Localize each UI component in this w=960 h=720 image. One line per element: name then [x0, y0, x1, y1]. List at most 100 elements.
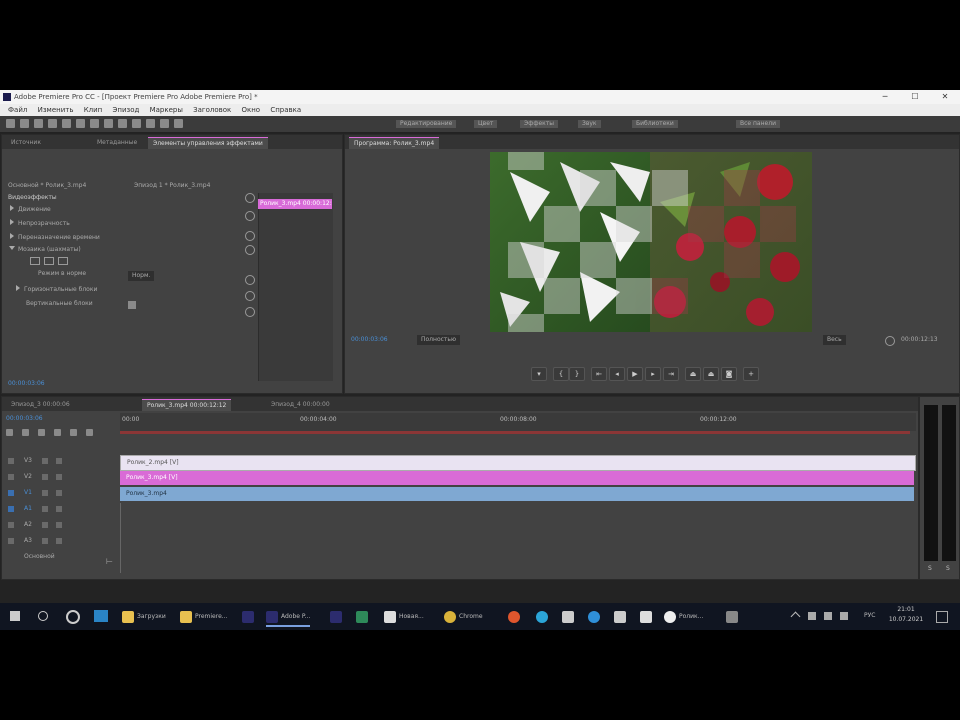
clip-v1[interactable]: Ролик_3.mp4 [V] [120, 471, 914, 485]
expand-arrow-icon[interactable] [10, 233, 14, 239]
slide-tool-icon[interactable] [118, 119, 127, 128]
sync-lock-icon[interactable] [56, 490, 62, 496]
razor-tool-icon[interactable] [90, 119, 99, 128]
close-button[interactable]: ✕ [930, 90, 960, 104]
lock-icon[interactable] [8, 458, 14, 464]
mask-rect-icon[interactable] [44, 257, 54, 265]
mask-ellipse-icon[interactable] [30, 257, 40, 265]
workspace-audio-tab[interactable]: Звук [578, 120, 601, 128]
taskbar-item-adobe-premiere[interactable]: Adobe P... [266, 609, 311, 627]
rolling-edit-icon[interactable] [62, 119, 71, 128]
lock-icon[interactable] [8, 474, 14, 480]
taskbar-item-app[interactable] [356, 609, 371, 625]
add-marker-icon[interactable]: ▾ [531, 367, 547, 381]
taskbar-item-premiere-folder[interactable]: Premiere... [180, 609, 228, 625]
zoom-handle-icon[interactable]: ⊢ [106, 557, 113, 566]
mute-icon[interactable] [42, 522, 48, 528]
mini-timeline-clip[interactable]: Ролик_3.mp4 00:00:12:12 [258, 199, 332, 209]
menu-markers[interactable]: Маркеры [150, 106, 183, 114]
expand-arrow-icon[interactable] [10, 205, 14, 211]
solo-left-button[interactable]: S [928, 565, 932, 572]
menu-clip[interactable]: Клип [84, 106, 103, 114]
stopwatch-icon[interactable] [245, 211, 255, 221]
menu-window[interactable]: Окно [241, 106, 260, 114]
linked-selection-icon[interactable] [38, 429, 45, 436]
nest-icon[interactable] [6, 429, 13, 436]
sync-lock-icon[interactable] [56, 458, 62, 464]
taskbar-item-downloads[interactable]: Загрузки [122, 609, 166, 625]
taskbar-item-app2[interactable] [562, 609, 577, 625]
taskbar-item-app3[interactable] [614, 609, 629, 625]
search-icon[interactable] [38, 611, 48, 621]
lift-icon[interactable]: ⏏ [685, 367, 701, 381]
windows-start-icon[interactable] [10, 611, 20, 621]
track-select-icon[interactable] [34, 119, 43, 128]
source-patch-icon[interactable] [8, 506, 14, 512]
timeline-ruler[interactable]: 00:00 00:00:04:00 00:00:08:00 00:00:12:0… [120, 413, 916, 431]
tab-sequence-roll3[interactable]: Ролик_3.mp4 00:00:12:12 [142, 399, 232, 411]
expand-arrow-icon[interactable] [9, 246, 15, 250]
work-area-bar[interactable] [120, 431, 910, 434]
tab-sequence-4[interactable]: Эпизод_4 00:00:00 [266, 399, 335, 410]
tab-metadata[interactable]: Метаданные [92, 137, 142, 148]
home-icon[interactable] [6, 119, 15, 128]
extract-icon[interactable]: ⏏ [703, 367, 719, 381]
param-vertical-blocks[interactable]: Вертикальные блоки [26, 299, 93, 309]
step-back-icon[interactable]: ◂ [609, 367, 625, 381]
settings-wrench-icon[interactable] [885, 336, 895, 346]
taskbar-item-app4[interactable] [640, 609, 655, 625]
clip-v2[interactable]: Ролик_2.mp4 [V] [120, 455, 916, 471]
slip-tool-icon[interactable] [104, 119, 113, 128]
tab-effect-controls[interactable]: Элементы управления эффектами [148, 137, 268, 149]
keyframe-checkbox-icon[interactable] [128, 301, 136, 309]
go-to-out-icon[interactable]: ⇥ [663, 367, 679, 381]
eye-icon[interactable] [42, 458, 48, 464]
add-marker-icon[interactable] [54, 429, 61, 436]
menu-title[interactable]: Заголовок [193, 106, 231, 114]
expand-arrow-icon[interactable] [10, 219, 14, 225]
stopwatch-icon[interactable] [245, 275, 255, 285]
minimize-button[interactable]: ─ [870, 90, 900, 104]
taskbar-item-edge[interactable] [588, 609, 603, 625]
blend-mode-dropdown[interactable]: Норм. [128, 271, 155, 281]
button-editor-icon[interactable]: + [743, 367, 759, 381]
workspace-effects-tab[interactable]: Эффекты [520, 120, 558, 128]
stopwatch-icon[interactable] [245, 245, 255, 255]
network-icon[interactable] [808, 612, 816, 620]
stopwatch-icon[interactable] [245, 291, 255, 301]
export-frame-icon[interactable]: ◙ [721, 367, 737, 381]
solo-icon[interactable] [56, 506, 62, 512]
tab-source[interactable]: Источник [6, 137, 46, 148]
menu-help[interactable]: Справка [270, 106, 301, 114]
stopwatch-icon[interactable] [245, 193, 255, 203]
effect-row-time-remap[interactable]: Переназначение времени [10, 233, 100, 243]
taskbar-item-roll[interactable]: Ролик... [664, 609, 703, 625]
step-forward-icon[interactable]: ▸ [645, 367, 661, 381]
stopwatch-icon[interactable] [245, 231, 255, 241]
battery-icon[interactable] [824, 612, 832, 620]
stopwatch-icon[interactable] [245, 307, 255, 317]
workspace-color-tab[interactable]: Цвет [474, 120, 498, 128]
store-icon[interactable] [94, 610, 108, 622]
sync-lock-icon[interactable] [56, 474, 62, 480]
workspace-editing-tab[interactable]: Редактирование [396, 120, 457, 128]
language-indicator[interactable]: РУС [864, 612, 875, 619]
taskbar-item-firefox[interactable] [508, 609, 523, 625]
hand-tool-icon[interactable] [146, 119, 155, 128]
workspace-all-panels-tab[interactable]: Все панели [736, 120, 780, 128]
wrench-icon[interactable] [70, 429, 77, 436]
solo-right-button[interactable]: S [946, 565, 950, 572]
clip-a1[interactable]: Ролик_3.mp4 [120, 487, 914, 501]
mask-pen-icon[interactable] [58, 257, 68, 265]
tray-chevron-icon[interactable] [790, 611, 801, 622]
fit-dropdown[interactable]: Полностью [417, 335, 460, 345]
eye-icon[interactable] [42, 490, 48, 496]
effect-controls-timecode[interactable]: 00:00:03:06 [8, 379, 45, 389]
menu-sequence[interactable]: Эпизод [113, 106, 140, 114]
effect-row-motion[interactable]: Движение [10, 205, 51, 215]
mute-icon[interactable] [42, 506, 48, 512]
maximize-button[interactable]: ☐ [900, 90, 930, 104]
expand-arrow-icon[interactable] [16, 285, 20, 291]
eye-icon[interactable] [42, 474, 48, 480]
menu-edit[interactable]: Изменить [38, 106, 74, 114]
